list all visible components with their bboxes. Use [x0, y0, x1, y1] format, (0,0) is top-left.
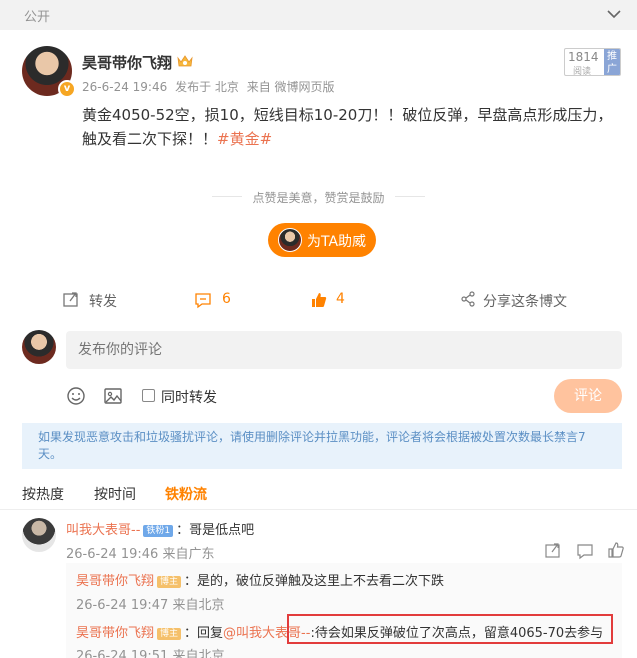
- reply-time: 26-6-24 19:47: [76, 598, 169, 613]
- share-label: 分享这条博文: [483, 294, 567, 310]
- my-avatar[interactable]: [22, 330, 56, 364]
- comment-text: ：哥是低点吧: [176, 523, 255, 538]
- like-count: 4: [336, 291, 345, 307]
- emoji-icon[interactable]: [66, 386, 86, 406]
- reply-username[interactable]: 昊哥带你飞翔: [76, 626, 154, 641]
- image-icon[interactable]: [103, 386, 123, 406]
- post-content: 黄金4050-52空，损10，短线目标10-20刀！！破位反弹，早盘高点形成压力…: [82, 103, 627, 151]
- boost-label: 为TA助威: [307, 234, 367, 250]
- tab-sort-fans[interactable]: 铁粉流: [165, 484, 207, 504]
- comment-item: 叫我大表哥-- 铁粉1 ：哥是低点吧: [66, 519, 254, 538]
- post-actions: 转发 6 4 分享这条博文: [0, 288, 637, 314]
- reply-text: ：是的，破位反弹触及这里上不去看二次下跌: [184, 574, 445, 589]
- repost-label: 转发: [89, 294, 117, 310]
- comment-time: 26-6-24 19:46: [66, 547, 159, 562]
- post-location: 发布于 北京: [175, 80, 239, 94]
- post-meta: 26-6-24 19:46 发布于 北京 来自 微博网页版: [82, 78, 339, 95]
- promote-label[interactable]: 推广: [604, 49, 620, 75]
- visibility-bar: 公开: [0, 0, 637, 30]
- reply-meta: 26-6-24 19:51 来自北京: [76, 645, 225, 658]
- hashtag-link[interactable]: #黄金#: [217, 130, 272, 148]
- share-button[interactable]: 分享这条博文: [460, 288, 580, 312]
- divider: [0, 509, 637, 510]
- reply-location: 来自北京: [172, 649, 225, 658]
- blogger-badge: 博主: [157, 628, 182, 640]
- vip-crown-icon[interactable]: [176, 53, 194, 69]
- author-avatar[interactable]: v: [22, 46, 76, 98]
- reply-username[interactable]: 昊哥带你飞翔: [76, 574, 154, 589]
- read-unit: 阅读: [573, 67, 592, 76]
- read-count: 1814: [568, 50, 599, 64]
- post-text: 黄金4050-52空，损10，短线目标10-20刀！！破位反弹，早盘高点形成压力…: [82, 106, 613, 148]
- thumbs-up-icon: [312, 293, 327, 307]
- fan-badge[interactable]: 铁粉1: [143, 525, 174, 537]
- commenter-avatar[interactable]: [22, 518, 56, 552]
- tab-sort-time[interactable]: 按时间: [94, 484, 136, 504]
- comment-count: 6: [222, 291, 231, 307]
- repost-icon[interactable]: [544, 542, 562, 560]
- repost-checkbox[interactable]: [142, 389, 155, 402]
- reward-text: 点赞是美意，赞赏是鼓励: [252, 191, 385, 205]
- tab-sort-hot[interactable]: 按热度: [22, 484, 64, 504]
- repost-checkbox-label[interactable]: 同时转发: [161, 387, 217, 407]
- comment-username[interactable]: 叫我大表哥--: [66, 523, 140, 538]
- reply-time: 26-6-24 19:51: [76, 649, 169, 658]
- repost-icon: [63, 292, 78, 307]
- boost-avatar: [278, 228, 302, 252]
- comment-meta: 26-6-24 19:46 来自广东: [66, 543, 215, 562]
- chevron-down-icon[interactable]: [606, 6, 622, 22]
- reply-item: 昊哥带你飞翔 博主 ：是的，破位反弹触及这里上不去看二次下跌: [76, 570, 444, 589]
- reply-icon[interactable]: [576, 542, 594, 560]
- reply-location: 来自北京: [172, 598, 225, 613]
- boost-button[interactable]: 为TA助威: [268, 223, 376, 257]
- comment-input[interactable]: [66, 331, 622, 369]
- blogger-badge: 博主: [157, 576, 182, 588]
- read-count-box[interactable]: 1814 阅读 推广: [564, 48, 621, 76]
- post-source: 来自 微博网页版: [246, 80, 335, 94]
- reply-meta: 26-6-24 19:47 来自北京: [76, 594, 225, 613]
- verified-badge-icon: v: [58, 80, 76, 98]
- divider-line: [395, 196, 425, 197]
- post-time[interactable]: 26-6-24 19:46: [82, 80, 167, 94]
- share-icon: [461, 291, 475, 307]
- highlight-box: [287, 614, 613, 644]
- visibility-label: 公开: [24, 10, 51, 25]
- comment-button[interactable]: 6: [194, 288, 254, 312]
- moderation-notice: 如果发现恶意攻击和垃圾骚扰评论，请使用删除评论并拉黑功能，评论者将会根据被处置次…: [22, 423, 622, 469]
- like-button[interactable]: 4: [310, 288, 360, 312]
- submit-comment-button[interactable]: 评论: [554, 379, 622, 413]
- reply-prefix: ：回复: [184, 626, 224, 641]
- comment-location: 来自广东: [162, 547, 215, 562]
- thumbs-up-icon[interactable]: [607, 541, 625, 559]
- repost-button[interactable]: 转发: [62, 288, 142, 312]
- comment-icon: [195, 293, 211, 309]
- weibo-post: v 昊哥带你飞翔 26-6-24 19:46 发布于 北京 来自 微博网页版 1…: [0, 30, 637, 320]
- author-name[interactable]: 昊哥带你飞翔: [82, 52, 172, 73]
